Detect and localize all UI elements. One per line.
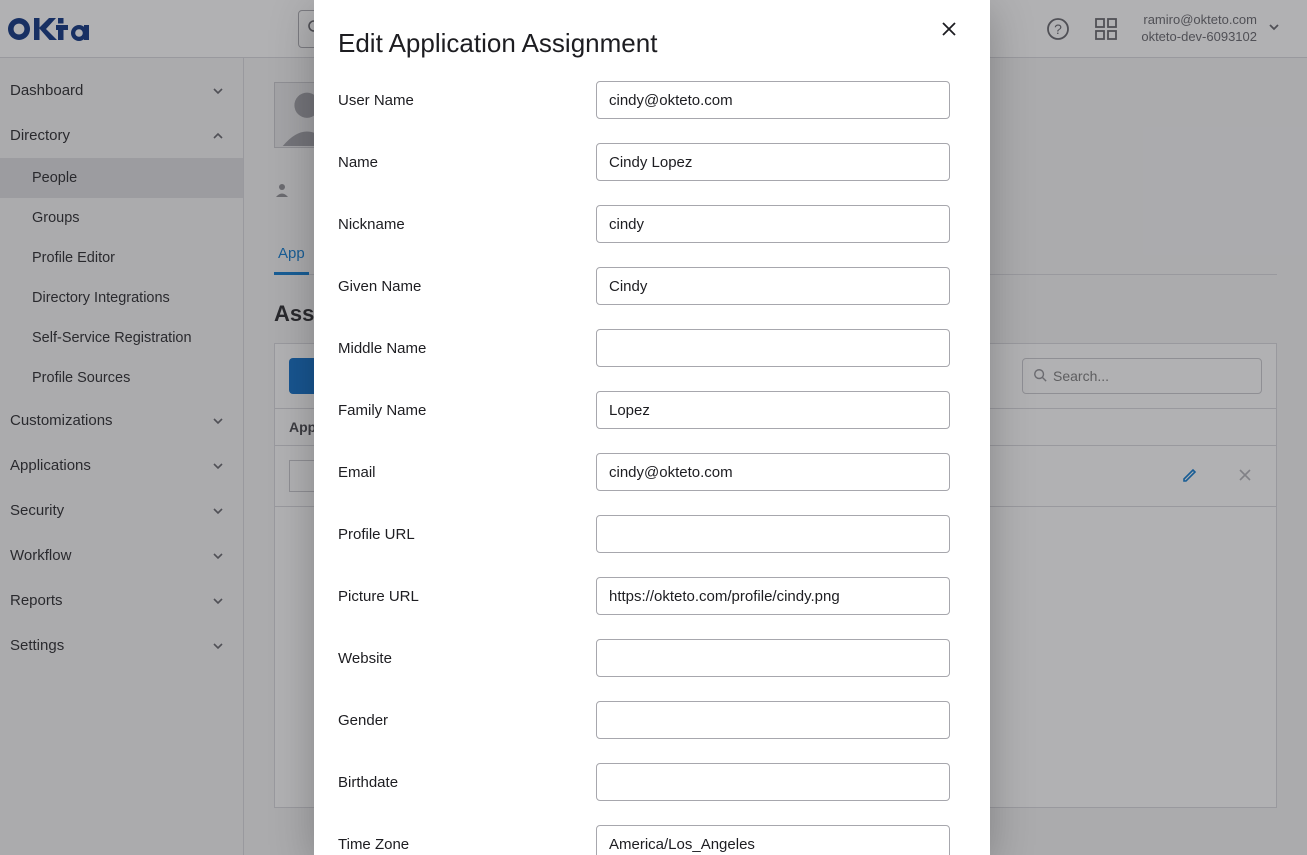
middle-name-input[interactable] xyxy=(596,329,950,367)
field-label: Gender xyxy=(338,712,596,729)
field-label: Time Zone xyxy=(338,836,596,853)
profile-url-input[interactable] xyxy=(596,515,950,553)
modal-title: Edit Application Assignment xyxy=(338,28,950,59)
gender-input[interactable] xyxy=(596,701,950,739)
time-zone-input[interactable] xyxy=(596,825,950,855)
nickname-input[interactable] xyxy=(596,205,950,243)
field-label: Middle Name xyxy=(338,340,596,357)
field-label: Website xyxy=(338,650,596,667)
website-input[interactable] xyxy=(596,639,950,677)
field-label: Given Name xyxy=(338,278,596,295)
field-label: Picture URL xyxy=(338,588,596,605)
field-label: Name xyxy=(338,154,596,171)
picture-url-input[interactable] xyxy=(596,577,950,615)
field-label: Birthdate xyxy=(338,774,596,791)
field-label: Family Name xyxy=(338,402,596,419)
field-label: User Name xyxy=(338,92,596,109)
birthdate-input[interactable] xyxy=(596,763,950,801)
field-label: Nickname xyxy=(338,216,596,233)
field-label: Profile URL xyxy=(338,526,596,543)
edit-assignment-modal: Edit Application Assignment User Name Na… xyxy=(314,0,990,855)
family-name-input[interactable] xyxy=(596,391,950,429)
name-input[interactable] xyxy=(596,143,950,181)
user-name-input[interactable] xyxy=(596,81,950,119)
close-icon[interactable] xyxy=(940,20,962,42)
given-name-input[interactable] xyxy=(596,267,950,305)
field-label: Email xyxy=(338,464,596,481)
email-input[interactable] xyxy=(596,453,950,491)
